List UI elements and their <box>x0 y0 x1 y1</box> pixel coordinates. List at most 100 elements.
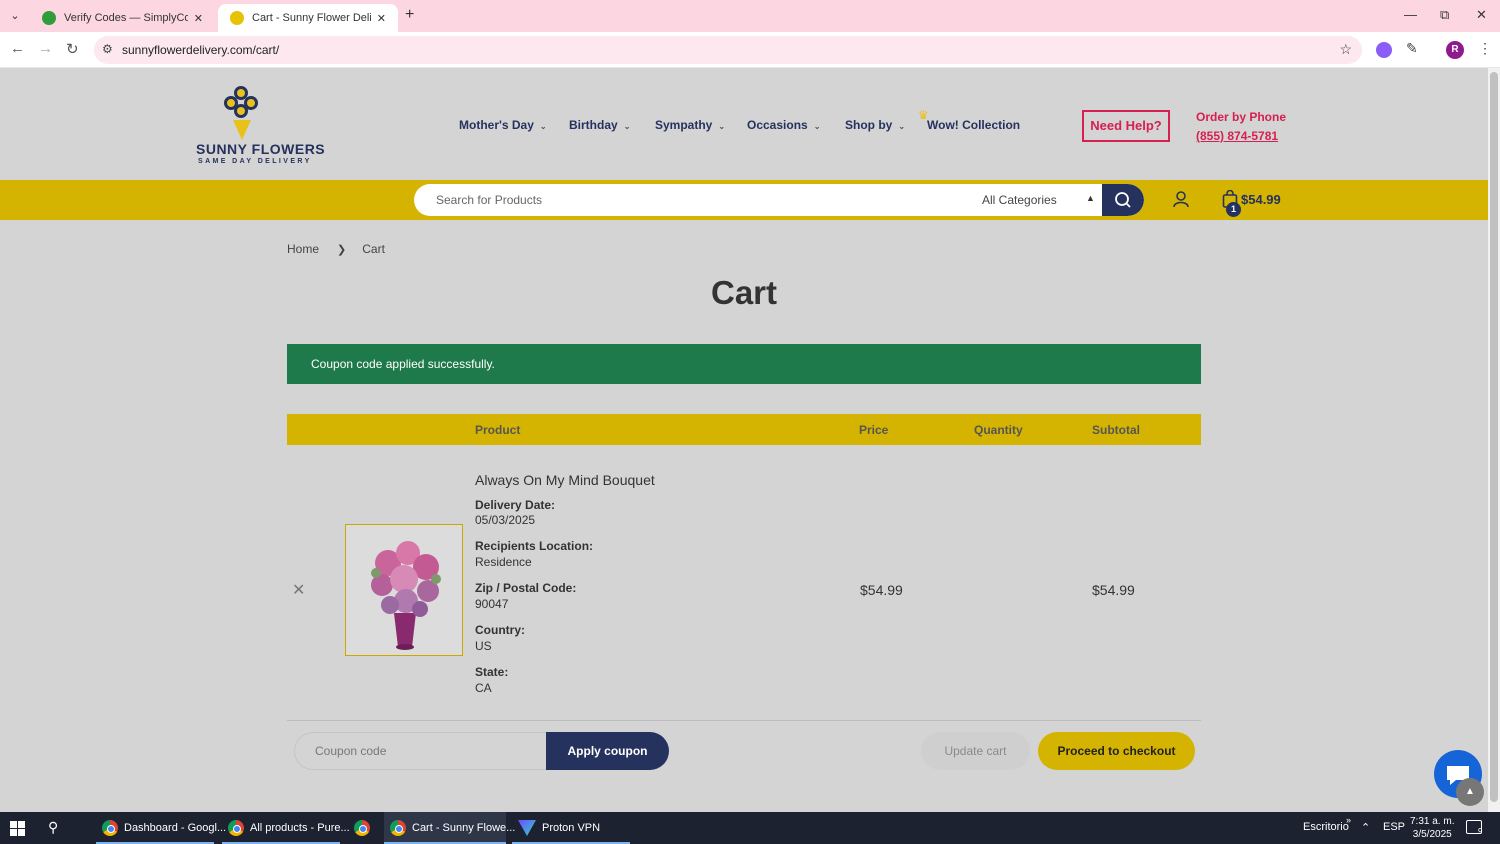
profile-avatar[interactable]: R <box>1446 41 1464 59</box>
recipient-location-value: Residence <box>475 555 532 569</box>
search-button[interactable] <box>1102 184 1144 216</box>
need-help-button[interactable]: Need Help? <box>1082 110 1170 142</box>
proton-vpn-icon <box>518 820 536 836</box>
chrome-icon <box>102 820 118 836</box>
site-header: SUNNY FLOWERS SAME DAY DELIVERY Mother's… <box>0 68 1500 180</box>
extensions-puzzle-icon[interactable]: ✎ <box>1406 40 1418 57</box>
language-indicator[interactable]: ESP <box>1383 821 1405 833</box>
browser-tab-cart[interactable]: Cart - Sunny Flower Delivery ✕ <box>218 4 398 32</box>
browser-toolbar: ← → ↻ ⚙ sunnyflowerdelivery.com/cart/ ☆ … <box>0 32 1500 68</box>
clock-time: 7:31 a. m. <box>1410 816 1455 827</box>
nav-sympathy[interactable]: Sympathy ⌄ <box>655 118 725 132</box>
phone-link[interactable]: (855) 874-5781 <box>1196 129 1278 143</box>
taskbar-search-icon[interactable]: ⚲ <box>48 819 58 836</box>
nav-shop-by[interactable]: Shop by ⌄ <box>845 118 905 132</box>
chevron-down-icon: ⌄ <box>623 122 631 131</box>
account-icon[interactable] <box>1172 190 1190 208</box>
nav-label: Birthday <box>569 118 618 132</box>
taskbar-chrome-dashboard[interactable]: Dashboard - Googl... <box>96 812 226 844</box>
new-tab-icon[interactable]: + <box>405 6 414 24</box>
nav-mothers-day[interactable]: Mother's Day ⌄ <box>459 118 547 132</box>
page-scrollbar[interactable] <box>1488 68 1500 812</box>
taskbar-label: Cart - Sunny Flowe... <box>412 822 516 834</box>
apply-coupon-button[interactable]: Apply coupon <box>546 732 669 770</box>
browser-tab-strip: ⌄ Verify Codes — SimplyCodes ✕ Cart - Su… <box>0 0 1500 32</box>
toolbar-expand-icon[interactable]: » <box>1346 815 1351 825</box>
taskbar-label: Dashboard - Googl... <box>124 822 227 834</box>
restore-icon[interactable]: ⧉ <box>1440 7 1449 23</box>
browser-menu-icon[interactable]: ⋮ <box>1478 40 1492 57</box>
nav-label: Occasions <box>747 118 808 132</box>
taskbar-chrome-cart[interactable]: Cart - Sunny Flowe... <box>384 812 515 844</box>
back-icon[interactable]: ← <box>10 40 25 57</box>
browser-tab-simplycodes[interactable]: Verify Codes — SimplyCodes ✕ <box>30 4 215 32</box>
chrome-icon <box>354 820 370 836</box>
breadcrumb: Home ❯ Cart <box>287 242 385 256</box>
close-tab-icon[interactable]: ✕ <box>194 12 203 25</box>
minimize-icon[interactable]: — <box>1404 7 1417 22</box>
category-select[interactable]: All Categories <box>982 193 1057 207</box>
zip-code-label: Zip / Postal Code: <box>475 581 577 595</box>
chevron-right-icon: ❯ <box>337 244 347 256</box>
state-label: State: <box>475 665 509 679</box>
forward-icon[interactable]: → <box>38 40 53 57</box>
update-cart-button[interactable]: Update cart <box>921 732 1030 770</box>
search-icon <box>1115 192 1131 208</box>
delivery-date-value: 05/03/2025 <box>475 513 536 527</box>
chevron-down-icon: ⌄ <box>718 122 726 131</box>
scrollbar-thumb[interactable] <box>1490 72 1498 802</box>
search-bar: All Categories ▲ 1 $54.99 <box>0 180 1488 220</box>
item-price: $54.99 <box>860 582 903 598</box>
proceed-to-checkout-button[interactable]: Proceed to checkout <box>1038 732 1195 770</box>
header-price: Price <box>859 423 889 437</box>
delivery-date-label: Delivery Date: <box>475 498 556 512</box>
search-input[interactable] <box>436 184 966 216</box>
cart-total[interactable]: $54.99 <box>1241 192 1281 207</box>
product-thumbnail[interactable] <box>345 524 463 656</box>
desktop-toolbar[interactable]: Escritorio <box>1303 821 1349 833</box>
cart-count-badge: 1 <box>1226 202 1241 217</box>
logo-name: SUNNY FLOWERS <box>196 141 326 157</box>
item-subtotal: $54.99 <box>1092 582 1135 598</box>
scroll-to-top-icon[interactable]: ▲ <box>1456 778 1484 806</box>
nav-label: Wow! Collection <box>927 118 1021 132</box>
reload-icon[interactable]: ↻ <box>66 40 79 58</box>
breadcrumb-home[interactable]: Home <box>287 242 319 256</box>
taskbar-chrome[interactable] <box>348 812 378 844</box>
remove-item-icon[interactable]: ✕ <box>292 580 305 600</box>
nav-occasions[interactable]: Occasions ⌄ <box>747 118 820 132</box>
nav-label: Sympathy <box>655 118 713 132</box>
sunny-flowers-favicon-icon <box>230 11 244 25</box>
nav-birthday[interactable]: Birthday ⌄ <box>569 118 630 132</box>
system-clock[interactable]: 7:31 a. m. 3/5/2025 <box>1410 815 1454 841</box>
tray-chevron-up-icon[interactable]: ⌃ <box>1361 821 1370 834</box>
notification-count: 9 <box>1478 827 1483 836</box>
bouquet-logo-icon <box>220 86 264 124</box>
nav-label: Mother's Day <box>459 118 534 132</box>
simplycodes-favicon-icon <box>42 11 56 25</box>
extension-icon[interactable] <box>1376 42 1392 58</box>
recipient-location-label: Recipients Location: <box>475 539 594 553</box>
coupon-code-input[interactable] <box>294 732 550 770</box>
window-close-icon[interactable]: ✕ <box>1476 7 1487 23</box>
tab-title: Verify Codes — SimplyCodes <box>64 12 188 24</box>
product-search: All Categories ▲ <box>414 184 1144 216</box>
product-name-link[interactable]: Always On My Mind Bouquet <box>475 472 655 488</box>
taskbar-proton-vpn[interactable]: Proton VPN <box>512 812 630 844</box>
address-bar[interactable]: ⚙ sunnyflowerdelivery.com/cart/ ☆ <box>94 36 1362 64</box>
windows-start-icon[interactable] <box>10 821 25 836</box>
taskbar-chrome-products[interactable]: All products - Pure... <box>222 812 350 844</box>
close-tab-icon[interactable]: ✕ <box>377 12 386 25</box>
bookmark-star-icon[interactable]: ☆ <box>1339 41 1352 58</box>
chevron-down-icon: ⌄ <box>813 122 821 131</box>
nav-wow-collection[interactable]: Wow! Collection <box>927 118 1020 132</box>
url-text[interactable]: sunnyflowerdelivery.com/cart/ <box>122 43 279 57</box>
sunny-flowers-logo[interactable]: SUNNY FLOWERS SAME DAY DELIVERY <box>196 86 325 166</box>
cart-table-header: Product Price Quantity Subtotal <box>287 414 1201 445</box>
site-settings-icon[interactable]: ⚙ <box>102 42 113 56</box>
logo-tagline: SAME DAY DELIVERY <box>198 158 312 165</box>
windows-taskbar: ⚲ Dashboard - Googl... All products - Pu… <box>0 812 1500 844</box>
tab-search-icon[interactable]: ⌄ <box>6 7 24 25</box>
chrome-icon <box>390 820 406 836</box>
zip-code-value: 90047 <box>475 597 509 611</box>
